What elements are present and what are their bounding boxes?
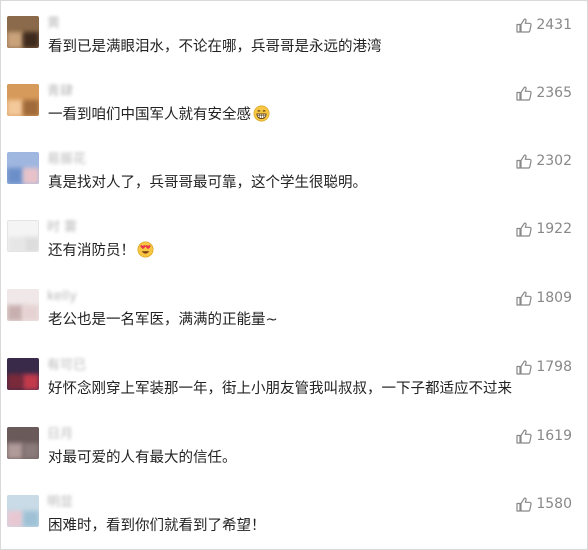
comment-username[interactable]: kelly	[47, 289, 77, 305]
comment-text: 一看到咱们中国军人就有安全感	[48, 103, 270, 127]
heart-eyes-emoji-icon	[137, 241, 154, 258]
comment-item: 易振花 真是找对人了，兵哥哥最可靠，这个学生很聪明。 2302	[1, 152, 587, 220]
like-button[interactable]: 1809	[516, 289, 572, 307]
comment-text: 困难时，看到你们就看到了希望！	[48, 514, 266, 538]
thumbs-up-icon	[516, 429, 532, 444]
comment-text: 老公也是一名军医，满满的正能量~	[48, 308, 278, 332]
like-button[interactable]: 1798	[516, 358, 572, 376]
comment-item: 日月 对最可爱的人有最大的信任。 1619	[1, 427, 587, 495]
like-button[interactable]: 1619	[516, 427, 572, 445]
avatar[interactable]	[7, 84, 39, 116]
comment-text: 看到已是满眼泪水，不论在哪，兵哥哥是永远的港湾	[48, 35, 382, 59]
avatar[interactable]	[7, 495, 39, 527]
comment-username[interactable]: 明显	[47, 495, 73, 511]
like-button[interactable]: 1922	[516, 220, 572, 238]
like-count: 2431	[536, 17, 572, 33]
comment-text: 真是找对人了，兵哥哥最可靠，这个学生很聪明。	[48, 171, 367, 195]
like-button[interactable]: 2431	[516, 16, 572, 34]
comment-item: 时 雾 还有消防员！ 1922	[1, 220, 587, 288]
comment-username[interactable]: 时 雾	[47, 220, 77, 236]
comment-text-content: 对最可爱的人有最大的信任。	[48, 450, 237, 466]
grin-emoji-icon	[253, 105, 270, 122]
comment-username[interactable]: 有可已	[47, 358, 86, 374]
comment-item: kelly 老公也是一名军医，满满的正能量~ 1809	[1, 289, 587, 357]
thumbs-up-icon	[516, 86, 532, 101]
avatar[interactable]	[7, 220, 39, 252]
comment-username[interactable]: 日月	[47, 427, 73, 443]
like-count: 1580	[536, 496, 572, 512]
thumbs-up-icon	[516, 154, 532, 169]
comment-text: 好怀念刚穿上军装那一年，街上小朋友管我叫叔叔，一下子都适应不过来	[48, 377, 512, 401]
like-button[interactable]: 2302	[516, 152, 572, 170]
comment-item: 黄 看到已是满眼泪水，不论在哪，兵哥哥是永远的港湾 2431	[1, 16, 587, 84]
thumbs-up-icon	[516, 222, 532, 237]
comment-item: 有可已 好怀念刚穿上军装那一年，街上小朋友管我叫叔叔，一下子都适应不过来 179…	[1, 358, 587, 426]
avatar[interactable]	[7, 152, 39, 184]
comment-text-content: 困难时，看到你们就看到了希望！	[48, 518, 266, 534]
avatar[interactable]	[7, 16, 39, 48]
comment-text: 对最可爱的人有最大的信任。	[48, 446, 237, 470]
comment-text-content: 还有消防员！	[48, 243, 135, 259]
comment-text-content: 看到已是满眼泪水，不论在哪，兵哥哥是永远的港湾	[48, 39, 382, 55]
avatar[interactable]	[7, 358, 39, 390]
thumbs-up-icon	[516, 291, 532, 306]
thumbs-up-icon	[516, 360, 532, 375]
comment-text-content: 老公也是一名军医，满满的正能量~	[48, 312, 278, 328]
like-count: 1809	[536, 290, 572, 306]
thumbs-up-icon	[516, 497, 532, 512]
like-count: 1798	[536, 359, 572, 375]
comment-username[interactable]: 易振花	[47, 152, 86, 168]
thumbs-up-icon	[516, 18, 532, 33]
like-count: 1922	[536, 221, 572, 237]
comment-username[interactable]: 黄	[47, 16, 60, 32]
comment-item: 青肆 一看到咱们中国军人就有安全感 2365	[1, 84, 587, 152]
comment-text-content: 真是找对人了，兵哥哥最可靠，这个学生很聪明。	[48, 175, 367, 191]
like-count: 2302	[536, 153, 572, 169]
avatar[interactable]	[7, 289, 39, 321]
comment-item: 明显 困难时，看到你们就看到了希望！ 1580	[1, 495, 587, 550]
like-count: 1619	[536, 428, 572, 444]
comment-text-content: 好怀念刚穿上军装那一年，街上小朋友管我叫叔叔，一下子都适应不过来	[48, 381, 512, 397]
like-button[interactable]: 2365	[516, 84, 572, 102]
like-button[interactable]: 1580	[516, 495, 572, 513]
comment-username[interactable]: 青肆	[47, 84, 73, 100]
comment-feed: 黄 看到已是满眼泪水，不论在哪，兵哥哥是永远的港湾 2431 青肆 一看到咱们中…	[0, 0, 588, 550]
comment-text-content: 一看到咱们中国军人就有安全感	[48, 107, 251, 123]
like-count: 2365	[536, 85, 572, 101]
comment-text: 还有消防员！	[48, 239, 154, 263]
avatar[interactable]	[7, 427, 39, 459]
